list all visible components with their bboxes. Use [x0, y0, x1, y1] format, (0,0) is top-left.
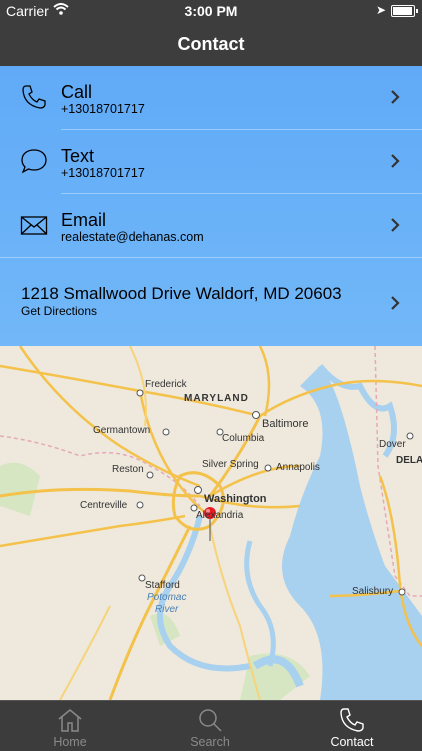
navigation-bar: Contact — [0, 22, 422, 66]
home-icon — [58, 709, 82, 732]
map-label: Columbia — [222, 433, 265, 444]
address-text: 1218 Smallwood Drive Waldorf, MD 20603 — [21, 284, 342, 303]
call-row[interactable]: Call +13018701717 — [0, 66, 422, 130]
chevron-right-icon — [391, 296, 400, 310]
map-label: Silver Spring — [202, 459, 259, 470]
tab-contact[interactable]: Contact — [282, 701, 422, 751]
email-address: realestate@dehanas.com — [61, 230, 204, 244]
chevron-right-icon — [391, 154, 400, 168]
status-time: 3:00 PM — [184, 3, 238, 19]
text-label: Text — [61, 146, 95, 166]
battery-icon — [391, 5, 418, 17]
map-label: Washington — [204, 493, 267, 505]
tab-label: Home — [53, 735, 87, 749]
map-label: Salisbury — [352, 586, 394, 597]
tab-search[interactable]: Search — [140, 701, 280, 751]
location-arrow-icon: ➤ — [376, 3, 387, 17]
map-label: Dover — [379, 439, 406, 450]
map-label: Centreville — [80, 500, 128, 511]
call-label: Call — [61, 82, 93, 102]
email-row[interactable]: Email realestate@dehanas.com — [0, 194, 422, 258]
map-label: MARYLAND — [184, 393, 249, 404]
map-label: Reston — [112, 464, 144, 475]
email-label: Email — [61, 210, 107, 230]
row-separator — [0, 257, 422, 258]
page-title: Contact — [177, 34, 245, 54]
map-label: DELA — [396, 455, 422, 466]
text-row[interactable]: Text +13018701717 — [0, 130, 422, 194]
map-label: Alexandria — [196, 510, 244, 521]
map-label: Potomac — [147, 592, 187, 603]
contact-panel: Call +13018701717 Text +13018701717 Emai… — [0, 66, 422, 346]
phone-icon — [340, 708, 364, 732]
map-label: River — [155, 604, 179, 615]
chevron-right-icon — [391, 90, 400, 104]
envelope-icon — [20, 216, 48, 235]
search-icon — [199, 709, 222, 732]
chat-bubble-icon — [21, 149, 47, 174]
status-bar: Carrier 3:00 PM ➤ — [0, 0, 422, 22]
address-row[interactable]: 1218 Smallwood Drive Waldorf, MD 20603 G… — [0, 262, 422, 346]
phone-icon — [22, 85, 46, 109]
tab-label: Search — [190, 735, 230, 749]
map-label: Stafford — [145, 580, 180, 591]
tab-home[interactable]: Home — [0, 701, 140, 751]
map-label: Frederick — [145, 379, 187, 390]
map-label: Annapolis — [276, 462, 320, 473]
map-label: Baltimore — [262, 418, 309, 430]
text-number: +13018701717 — [61, 166, 145, 180]
chevron-right-icon — [391, 218, 400, 232]
tab-label: Contact — [330, 735, 374, 749]
tab-bar: Home Search Contact — [0, 700, 422, 751]
map-label: Germantown — [93, 425, 151, 436]
call-number: +13018701717 — [61, 102, 145, 116]
map-view[interactable]: Frederick MARYLAND Baltimore Germantown … — [0, 346, 422, 700]
get-directions-link: Get Directions — [21, 304, 98, 318]
